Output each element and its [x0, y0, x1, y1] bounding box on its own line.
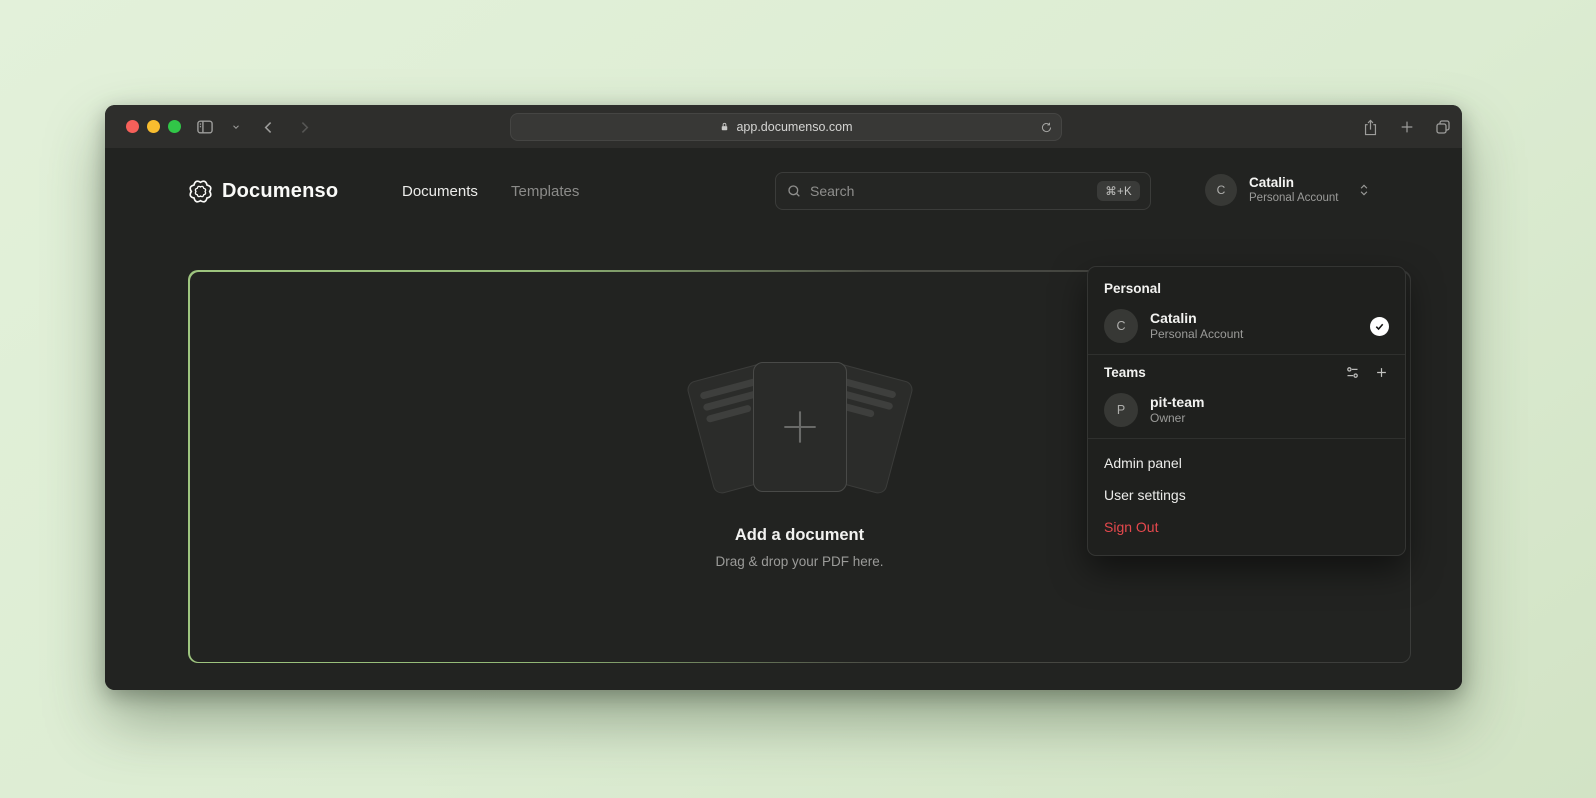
team-settings-icon: [1345, 365, 1360, 380]
dropzone-subtitle: Drag & drop your PDF here.: [715, 554, 883, 569]
nav-documents[interactable]: Documents: [402, 183, 478, 200]
chevron-down-icon: [231, 122, 241, 132]
back-button[interactable]: [256, 115, 280, 139]
teams-label-text: Teams: [1104, 365, 1146, 380]
team-item[interactable]: P pit-team Owner: [1088, 386, 1405, 438]
selected-check-icon: [1370, 317, 1389, 336]
tabs-icon: [1434, 118, 1452, 136]
address-bar[interactable]: app.documenso.com: [510, 113, 1062, 141]
documenso-logo-icon: [188, 179, 213, 204]
avatar: P: [1104, 393, 1138, 427]
url-text: app.documenso.com: [736, 120, 852, 134]
share-button[interactable]: [1358, 115, 1382, 139]
reload-icon: [1040, 121, 1053, 134]
brand-name: Documenso: [222, 180, 338, 203]
tab-overview-button[interactable]: [1431, 115, 1455, 139]
nav-templates[interactable]: Templates: [511, 183, 579, 200]
personal-account-item[interactable]: C Catalin Personal Account: [1088, 302, 1405, 354]
chevron-right-icon: [296, 119, 313, 136]
sidebar-icon: [195, 117, 215, 137]
account-dropdown-menu: Personal C Catalin Personal Account Team…: [1087, 266, 1406, 556]
avatar: C: [1205, 174, 1237, 206]
personal-section-label: Personal: [1088, 271, 1405, 302]
plus-icon: [1399, 119, 1415, 135]
menu-item-sign-out[interactable]: Sign Out: [1088, 511, 1405, 543]
browser-toolbar: app.documenso.com: [105, 105, 1462, 148]
share-icon: [1362, 118, 1379, 137]
sidebar-toggle-button[interactable]: [193, 115, 217, 139]
page-content: Documenso Documents Templates ⌘+K C Cata…: [105, 148, 1462, 690]
forward-button[interactable]: [292, 115, 316, 139]
add-document-plus-icon: [777, 404, 823, 450]
menu-item-admin-panel[interactable]: Admin panel: [1088, 447, 1405, 479]
account-name: Catalin: [1249, 175, 1339, 191]
personal-account-name: Catalin: [1150, 310, 1358, 327]
lock-icon: [719, 121, 730, 133]
search-shortcut-badge: ⌘+K: [1097, 181, 1140, 201]
plus-icon: [1374, 365, 1389, 380]
document-card-center: [753, 362, 847, 492]
menu-item-user-settings[interactable]: User settings: [1088, 479, 1405, 511]
team-role: Owner: [1150, 411, 1389, 426]
brand[interactable]: Documenso: [188, 179, 338, 204]
search-input[interactable]: [810, 183, 1097, 199]
avatar: C: [1104, 309, 1138, 343]
close-window-button[interactable]: [126, 120, 139, 133]
zoom-window-button[interactable]: [168, 120, 181, 133]
team-name: pit-team: [1150, 394, 1389, 411]
teams-section-label: Teams: [1088, 355, 1405, 386]
personal-account-subtitle: Personal Account: [1150, 327, 1358, 342]
chevron-left-icon: [260, 119, 277, 136]
create-team-button[interactable]: [1374, 365, 1389, 380]
minimize-window-button[interactable]: [147, 120, 160, 133]
search-icon: [786, 183, 802, 199]
account-menu-trigger[interactable]: C Catalin Personal Account: [1205, 174, 1371, 206]
traffic-lights: [126, 120, 181, 133]
search-bar: ⌘+K: [775, 172, 1151, 210]
chevrons-up-down-icon: [1357, 182, 1371, 198]
browser-window: app.documenso.com: [105, 105, 1462, 690]
account-subtitle: Personal Account: [1249, 191, 1339, 205]
new-tab-button[interactable]: [1395, 115, 1419, 139]
document-stack-illustration: [695, 360, 905, 496]
reload-button[interactable]: [1040, 121, 1053, 134]
sidebar-menu-chevron[interactable]: [229, 115, 243, 139]
manage-teams-button[interactable]: [1345, 365, 1360, 380]
dropzone-title: Add a document: [735, 526, 864, 545]
